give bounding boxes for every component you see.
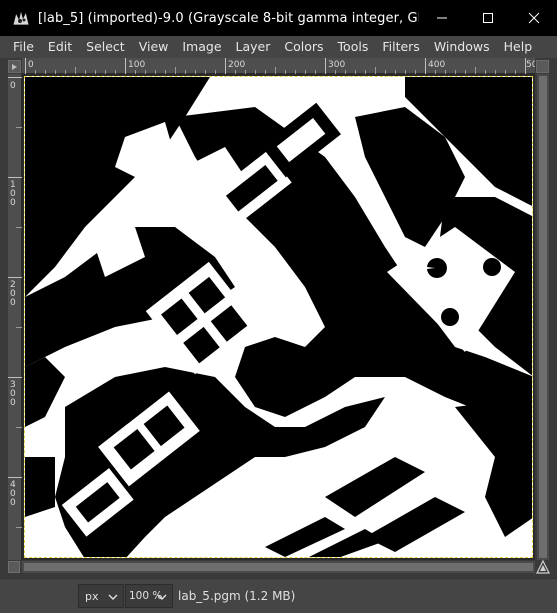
unit-selector[interactable]: px (78, 584, 124, 608)
zoom-corner-icon (536, 559, 550, 574)
menu-bar: File Edit Select View Image Layer Colors… (0, 36, 557, 58)
hruler-label-400: 400 (428, 60, 445, 70)
menu-colors[interactable]: Colors (277, 36, 330, 58)
vruler-label-0: 0 (10, 81, 16, 91)
title-bar: [lab_5] (imported)-9.0 (Grayscale 8-bit … (0, 0, 557, 36)
quick-mask-toggle[interactable] (8, 561, 20, 573)
file-info-label: lab_5.pgm (1.2 MB) (178, 589, 296, 603)
close-button[interactable] (511, 0, 557, 36)
chevron-down-icon (157, 594, 167, 600)
menu-edit[interactable]: Edit (41, 36, 79, 58)
window-title: [lab_5] (imported)-9.0 (Grayscale 8-bit … (38, 10, 419, 26)
minimize-icon (437, 17, 447, 19)
menu-view[interactable]: View (132, 36, 176, 58)
zoom-image-button[interactable] (535, 559, 551, 575)
canvas[interactable] (22, 74, 535, 560)
hruler-label-200: 200 (228, 60, 245, 70)
menu-filters[interactable]: Filters (375, 36, 426, 58)
chevron-down-icon (108, 594, 118, 600)
vruler-label-300: 300 (10, 380, 16, 408)
hruler-label-500: 50 (526, 60, 535, 70)
vruler-label-400: 400 (10, 480, 16, 508)
vertical-scrollbar[interactable] (537, 74, 549, 560)
unit-value: px (85, 589, 99, 603)
menu-help[interactable]: Help (497, 36, 540, 58)
menu-file[interactable]: File (6, 36, 41, 58)
zoom-selector[interactable]: 100 % (125, 584, 173, 608)
hruler-label-100: 100 (128, 60, 145, 70)
menu-windows[interactable]: Windows (427, 36, 497, 58)
horizontal-scrollbar-thumb[interactable] (24, 563, 533, 571)
menu-layer[interactable]: Layer (229, 36, 278, 58)
hruler-label-300: 300 (328, 60, 345, 70)
vertical-scrollbar-thumb[interactable] (539, 76, 547, 558)
maximize-button[interactable] (465, 0, 511, 36)
vruler-label-100: 100 (10, 180, 16, 208)
horizontal-ruler[interactable]: 0 100 200 300 400 50 (22, 58, 535, 74)
vertical-ruler[interactable]: 0 100 200 300 400 (8, 74, 22, 560)
hruler-label-0: 0 (28, 60, 34, 70)
gimp-wilber-icon[interactable] (10, 7, 32, 29)
binary-image-content (25, 77, 532, 557)
maximize-icon (483, 13, 493, 23)
status-bar: px 100 % lab_5.pgm (1.2 MB) (0, 578, 557, 613)
close-icon (528, 12, 540, 24)
navigate-button[interactable] (536, 60, 549, 73)
image-window-area: 0 100 200 300 400 50 0 1 0 0 2 0 0 3 0 0… (0, 58, 557, 578)
image-menu-button[interactable] (8, 60, 21, 73)
menu-image[interactable]: Image (175, 36, 228, 58)
menu-tools[interactable]: Tools (331, 36, 376, 58)
minimize-button[interactable] (419, 0, 465, 36)
horizontal-scrollbar[interactable] (22, 561, 535, 573)
menu-select[interactable]: Select (79, 36, 132, 58)
vruler-label-200: 200 (10, 280, 16, 308)
image-thresholded-aerial[interactable] (24, 76, 533, 558)
